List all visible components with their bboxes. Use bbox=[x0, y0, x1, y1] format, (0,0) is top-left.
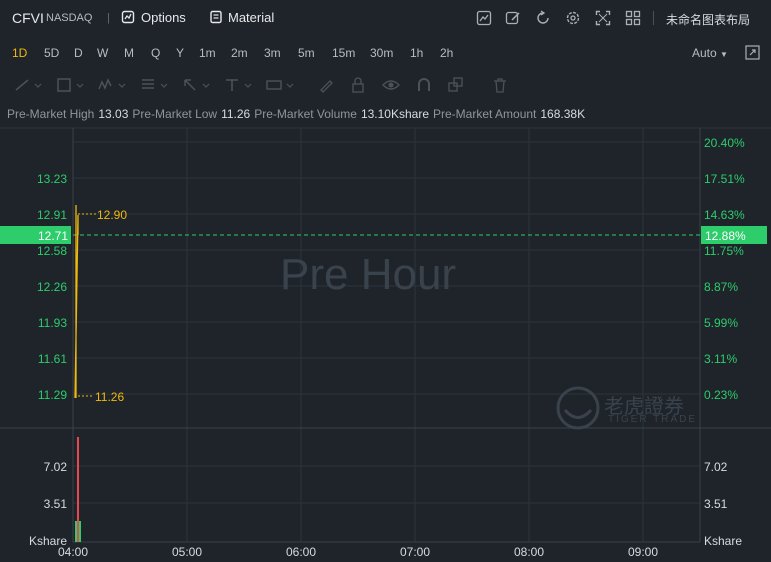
current-pct-value: 12.88% bbox=[705, 229, 746, 243]
right-tick-label: 5.99% bbox=[704, 316, 739, 330]
right-tick-label: 17.51% bbox=[704, 172, 745, 186]
volume-unit-left: Kshare bbox=[29, 534, 68, 548]
right-tick-label: 3.11% bbox=[704, 352, 738, 366]
right-tick-label: 8.87% bbox=[704, 280, 739, 294]
time-tick-label: 08:00 bbox=[514, 545, 545, 559]
vol-tick-label: 7.02 bbox=[704, 460, 728, 474]
grid bbox=[73, 128, 700, 542]
left-tick-label: 13.23 bbox=[37, 172, 68, 186]
brand-sub: TIGER TRADE bbox=[608, 414, 698, 425]
volume-bar bbox=[75, 521, 77, 542]
right-tick-label: 0.23% bbox=[704, 388, 739, 402]
time-tick-label: 06:00 bbox=[286, 545, 317, 559]
volume-bar bbox=[79, 521, 81, 542]
time-tick-label: 05:00 bbox=[172, 545, 203, 559]
left-tick-label: 11.61 bbox=[37, 352, 67, 366]
left-tick-label: 11.29 bbox=[37, 388, 67, 402]
low-marker-label: 11.26 bbox=[95, 390, 125, 404]
left-tick-label: 12.58 bbox=[37, 244, 68, 258]
vol-tick-label: 7.02 bbox=[43, 460, 67, 474]
current-price-value: 12.71 bbox=[38, 229, 69, 243]
vol-tick-label: 3.51 bbox=[43, 497, 67, 511]
vol-tick-label: 3.51 bbox=[704, 497, 728, 511]
tiger-logo-stripe bbox=[563, 408, 593, 419]
time-tick-label: 09:00 bbox=[628, 545, 659, 559]
right-tick-label: 14.63% bbox=[704, 208, 745, 222]
volume-bar bbox=[77, 437, 79, 542]
volume-unit-right: Kshare bbox=[704, 534, 743, 548]
time-tick-label: 07:00 bbox=[400, 545, 431, 559]
price-line bbox=[74, 205, 79, 399]
left-tick-label: 12.91 bbox=[37, 208, 68, 222]
watermark: Pre Hour bbox=[280, 250, 457, 299]
left-tick-label: 12.26 bbox=[37, 280, 68, 294]
right-tick-label: 20.40% bbox=[704, 136, 745, 150]
right-tick-label: 11.75% bbox=[704, 244, 744, 258]
high-marker-label: 12.90 bbox=[97, 208, 128, 222]
left-tick-label: 11.93 bbox=[37, 316, 67, 330]
